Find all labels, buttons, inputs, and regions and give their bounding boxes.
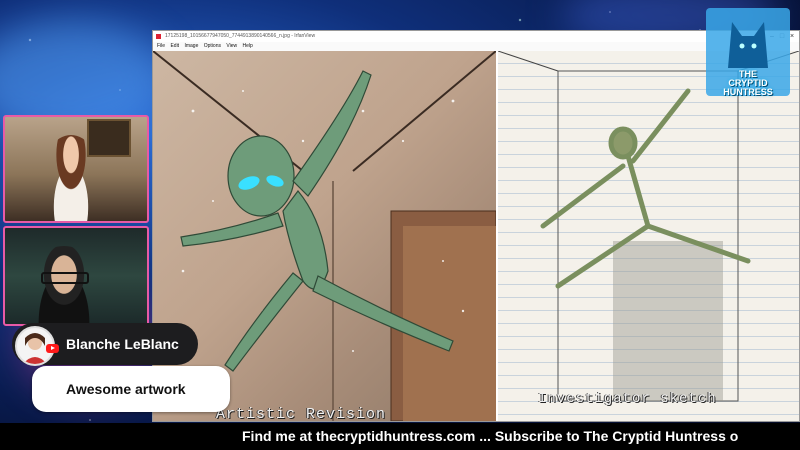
image-viewer-window: 17125198_10156677947050_7744913890140566… [152, 30, 800, 422]
chat-author-name: Blanche LeBlanc [66, 336, 179, 352]
wall-painting [87, 119, 131, 157]
sketch-drawing [498, 51, 799, 402]
ticker-text: Find me at thecryptidhuntress.com ... Su… [242, 428, 739, 444]
irfanview-app-icon [156, 34, 161, 39]
menu-image[interactable]: Image [184, 42, 198, 51]
window-title: 17125198_10156677947050_7744913890140566… [165, 33, 316, 39]
viewer-menubar: File Edit Image Options View Help [153, 42, 799, 51]
artistic-revision-caption: Artistic Revision [216, 406, 387, 421]
menu-edit[interactable]: Edit [170, 42, 179, 51]
guest-person [27, 246, 101, 324]
chat-message-bubble: Awesome artwork [32, 366, 230, 412]
webcam-host [3, 115, 149, 223]
logo-text: THE CRYPTID HUNTRESS [706, 70, 790, 97]
menu-view[interactable]: View [226, 42, 237, 51]
menu-file[interactable]: File [157, 42, 165, 51]
viewer-titlebar: 17125198_10156677947050_7744913890140566… [153, 31, 799, 42]
investigator-sketch-panel: Investigator sketch [498, 51, 799, 421]
menu-help[interactable]: Help [243, 42, 253, 51]
menu-options[interactable]: Options [204, 42, 221, 51]
image-canvas: Artistic Revision Investigator sketch [153, 51, 799, 421]
ticker-bar: Find me at thecryptidhuntress.com ... Su… [0, 423, 800, 450]
investigator-sketch-caption: Investigator sketch [538, 391, 717, 407]
chat-message-text: Awesome artwork [66, 381, 186, 397]
logo-line3: HUNTRESS [723, 87, 773, 97]
youtube-icon [46, 344, 59, 353]
cryptid-huntress-logo: THE CRYPTID HUNTRESS [706, 8, 790, 97]
chat-author-card: Blanche LeBlanc [12, 323, 198, 366]
glasses [41, 272, 89, 284]
webcam-guest [3, 226, 149, 326]
